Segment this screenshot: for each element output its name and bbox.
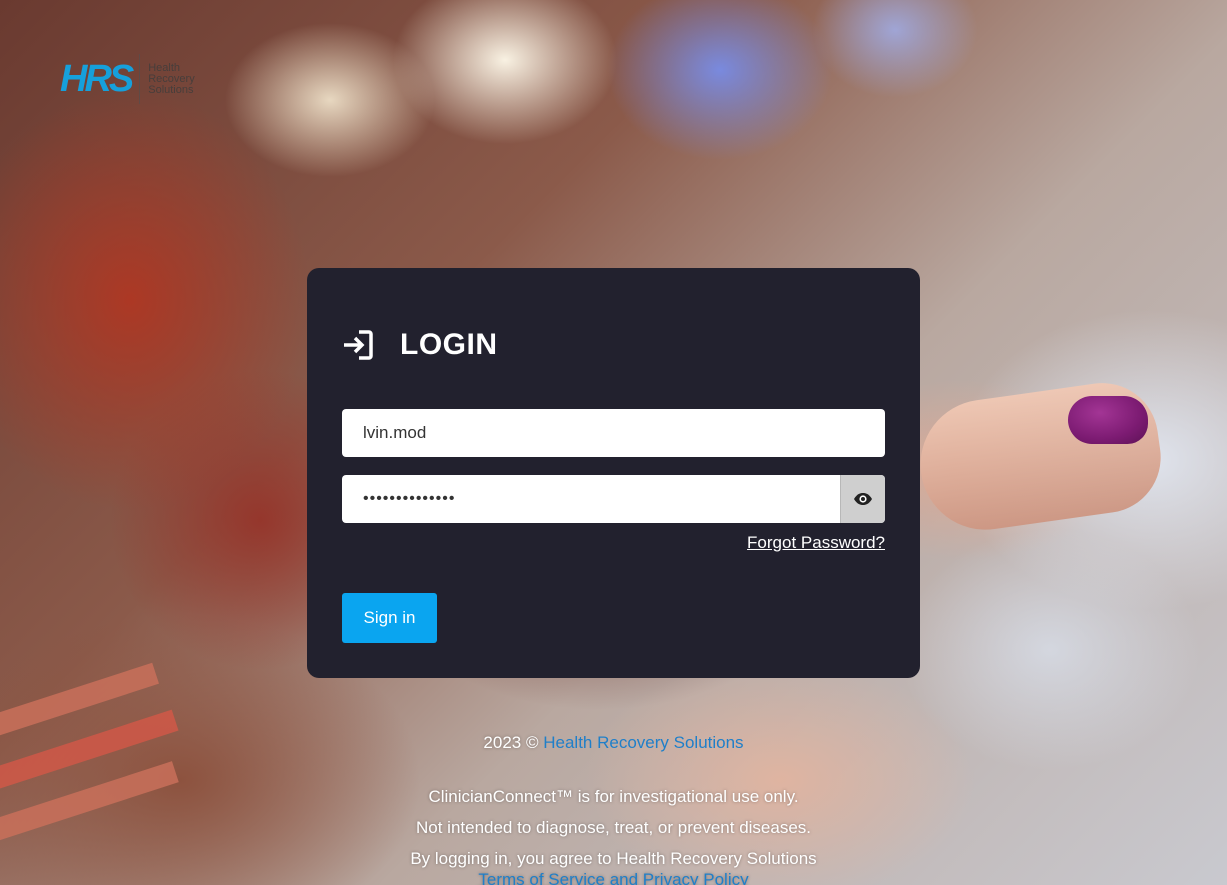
company-link[interactable]: Health Recovery Solutions	[543, 733, 743, 752]
copyright-prefix: 2023 ©	[483, 733, 539, 752]
show-password-button[interactable]	[840, 475, 885, 523]
logo-word-solutions: Solutions	[148, 83, 194, 96]
disclaimer-line: Not intended to diagnose, treat, or prev…	[415, 818, 812, 837]
username-field[interactable]: lvin.mod	[342, 409, 885, 457]
login-page: HRS Health Recovery Solutions LOGIN lvin…	[0, 0, 1227, 885]
hrs-logo: HRS Health Recovery Solutions	[60, 54, 195, 104]
logo-divider	[139, 54, 141, 104]
background-fingernail	[1068, 396, 1148, 444]
disclaimer-line: ClinicianConnect™ is for investigational…	[428, 787, 799, 806]
login-title: LOGIN	[400, 328, 498, 361]
logo-word-health: Health	[148, 61, 181, 74]
terms-privacy-link[interactable]: Terms of Service and Privacy Policy	[0, 870, 1227, 885]
forgot-password-link[interactable]: Forgot Password?	[747, 533, 885, 553]
password-value[interactable]: ••••••••••••••	[342, 490, 840, 508]
login-card: LOGIN lvin.mod •••••••••••••• Forgot Pas…	[307, 268, 920, 678]
login-header: LOGIN	[342, 328, 498, 362]
username-value[interactable]: lvin.mod	[342, 423, 885, 443]
logo-wordmark: Health Recovery Solutions	[148, 61, 195, 96]
logo-mark: HRS	[60, 58, 134, 100]
logo-word-recovery: Recovery	[148, 72, 195, 85]
login-arrow-icon	[344, 330, 373, 360]
copyright: 2023 © Health Recovery Solutions	[0, 733, 1227, 753]
sign-in-button[interactable]: Sign in	[342, 593, 437, 643]
eye-icon	[854, 493, 872, 505]
disclaimer: ClinicianConnect™ is for investigational…	[0, 781, 1227, 874]
password-field[interactable]: ••••••••••••••	[342, 475, 885, 523]
